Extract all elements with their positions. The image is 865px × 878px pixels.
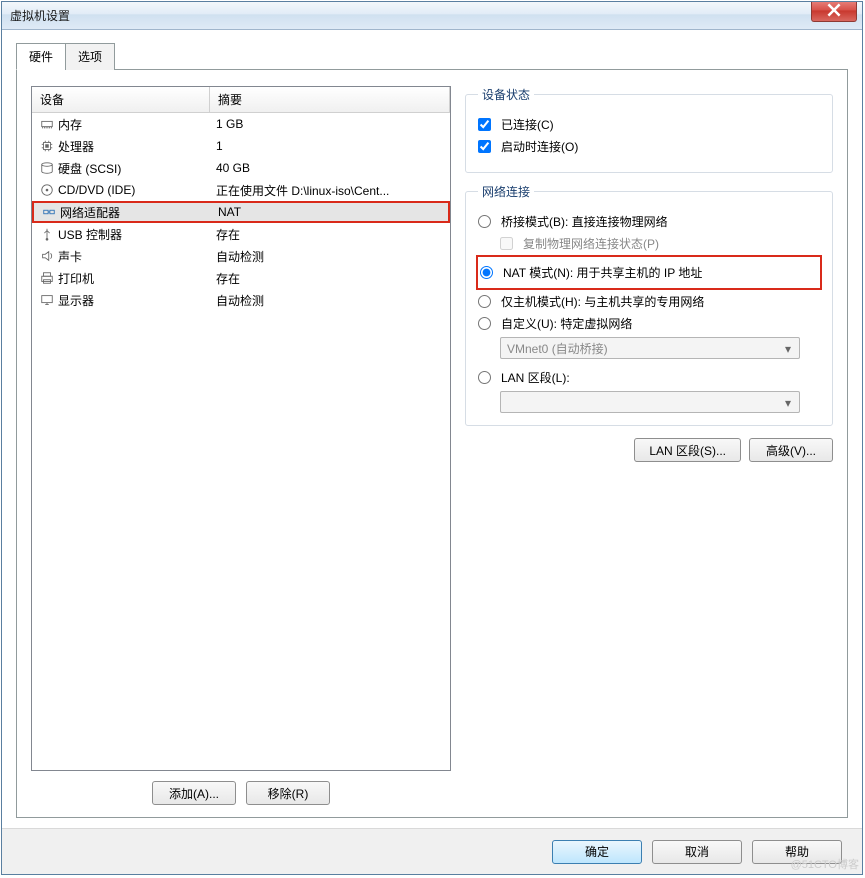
col-header-device[interactable]: 设备 <box>32 87 210 112</box>
hostonly-label[interactable]: 仅主机模式(H): 与主机共享的专用网络 <box>501 293 704 310</box>
lan-segment-select: ▾ <box>500 391 800 413</box>
device-list-body: 内存1 GB处理器1硬盘 (SCSI)40 GBCD/DVD (IDE)正在使用… <box>32 113 450 311</box>
titlebar[interactable]: 虚拟机设置 <box>2 2 862 30</box>
memory-icon <box>32 117 56 131</box>
disk-icon <box>32 161 56 175</box>
device-name: 声卡 <box>56 248 208 265</box>
device-summary: NAT <box>210 205 448 219</box>
cancel-button[interactable]: 取消 <box>652 840 742 864</box>
close-icon <box>827 3 841 20</box>
custom-radio[interactable] <box>478 317 491 330</box>
device-name: USB 控制器 <box>56 226 208 243</box>
vm-settings-window: 虚拟机设置 硬件 选项 设备 摘要 内存1 GB处理器1硬盘 (SCSI)40 … <box>1 1 863 875</box>
left-buttons: 添加(A)... 移除(R) <box>31 781 451 805</box>
cd-icon <box>32 183 56 197</box>
add-button[interactable]: 添加(A)... <box>152 781 236 805</box>
device-summary: 存在 <box>208 226 450 243</box>
device-summary: 自动检测 <box>208 292 450 309</box>
device-row-disk[interactable]: 硬盘 (SCSI)40 GB <box>32 157 450 179</box>
close-button[interactable] <box>811 2 857 22</box>
device-summary: 正在使用文件 D:\linux-iso\Cent... <box>208 182 450 199</box>
usb-icon <box>32 227 56 241</box>
device-summary: 存在 <box>208 270 450 287</box>
left-column: 设备 摘要 内存1 GB处理器1硬盘 (SCSI)40 GBCD/DVD (ID… <box>31 86 451 805</box>
chevron-down-icon: ▾ <box>781 396 795 410</box>
device-summary: 1 <box>208 139 450 153</box>
device-list[interactable]: 设备 摘要 内存1 GB处理器1硬盘 (SCSI)40 GBCD/DVD (ID… <box>31 86 451 771</box>
watermark: @51CTO博客 <box>791 856 859 872</box>
device-row-display[interactable]: 显示器自动检测 <box>32 289 450 311</box>
advanced-button[interactable]: 高级(V)... <box>749 438 833 462</box>
network-legend: 网络连接 <box>478 183 534 200</box>
device-row-net[interactable]: 网络适配器NAT <box>32 201 450 223</box>
connected-label[interactable]: 已连接(C) <box>501 116 554 133</box>
ok-button[interactable]: 确定 <box>552 840 642 864</box>
device-row-cpu[interactable]: 处理器1 <box>32 135 450 157</box>
device-row-memory[interactable]: 内存1 GB <box>32 113 450 135</box>
remove-button[interactable]: 移除(R) <box>246 781 330 805</box>
device-name: 硬盘 (SCSI) <box>56 160 208 177</box>
network-connection-group: 网络连接 桥接模式(B): 直接连接物理网络 复制物理网络连接状态(P) NAT… <box>465 183 833 426</box>
device-row-usb[interactable]: USB 控制器存在 <box>32 223 450 245</box>
device-name: 处理器 <box>56 138 208 155</box>
device-name: 打印机 <box>56 270 208 287</box>
replicate-checkbox <box>500 237 513 250</box>
device-summary: 1 GB <box>208 117 450 131</box>
connected-checkbox[interactable] <box>478 118 491 131</box>
device-name: CD/DVD (IDE) <box>56 183 208 197</box>
nat-radio[interactable] <box>480 266 493 279</box>
device-row-printer[interactable]: 打印机存在 <box>32 267 450 289</box>
dialog-footer: 确定 取消 帮助 <box>2 828 862 874</box>
lan-label[interactable]: LAN 区段(L): <box>501 369 570 386</box>
device-row-cd[interactable]: CD/DVD (IDE)正在使用文件 D:\linux-iso\Cent... <box>32 179 450 201</box>
device-list-header: 设备 摘要 <box>32 87 450 113</box>
device-name: 网络适配器 <box>58 204 210 221</box>
lan-radio[interactable] <box>478 371 491 384</box>
tab-options[interactable]: 选项 <box>65 43 115 70</box>
device-row-sound[interactable]: 声卡自动检测 <box>32 245 450 267</box>
device-status-group: 设备状态 已连接(C) 启动时连接(O) <box>465 86 833 173</box>
nat-highlight: NAT 模式(N): 用于共享主机的 IP 地址 <box>476 255 822 290</box>
hostonly-radio[interactable] <box>478 295 491 308</box>
sound-icon <box>32 249 56 263</box>
cpu-icon <box>32 139 56 153</box>
right-column: 设备状态 已连接(C) 启动时连接(O) 网络连接 桥接模式(B): 直接连接物 <box>465 86 833 805</box>
col-header-summary[interactable]: 摘要 <box>210 87 450 112</box>
nat-label[interactable]: NAT 模式(N): 用于共享主机的 IP 地址 <box>503 264 702 281</box>
window-title: 虚拟机设置 <box>10 7 70 24</box>
lan-segments-button[interactable]: LAN 区段(S)... <box>634 438 741 462</box>
chevron-down-icon: ▾ <box>781 342 795 356</box>
bridged-radio[interactable] <box>478 215 491 228</box>
replicate-label: 复制物理网络连接状态(P) <box>523 235 659 252</box>
content-area: 硬件 选项 设备 摘要 内存1 GB处理器1硬盘 (SCSI)40 GBCD/D… <box>2 30 862 828</box>
device-summary: 自动检测 <box>208 248 450 265</box>
tab-hardware[interactable]: 硬件 <box>16 43 66 70</box>
device-status-legend: 设备状态 <box>478 86 534 103</box>
bridged-label[interactable]: 桥接模式(B): 直接连接物理网络 <box>501 213 668 230</box>
tab-panel: 设备 摘要 内存1 GB处理器1硬盘 (SCSI)40 GBCD/DVD (ID… <box>16 69 848 818</box>
connect-at-start-checkbox[interactable] <box>478 140 491 153</box>
custom-network-select: VMnet0 (自动桥接) ▾ <box>500 337 800 359</box>
net-icon <box>34 205 58 219</box>
tabstrip: 硬件 选项 <box>16 42 848 69</box>
custom-label[interactable]: 自定义(U): 特定虚拟网络 <box>501 315 632 332</box>
device-name: 显示器 <box>56 292 208 309</box>
right-buttons: LAN 区段(S)... 高级(V)... <box>465 438 833 462</box>
device-name: 内存 <box>56 116 208 133</box>
printer-icon <box>32 271 56 285</box>
display-icon <box>32 293 56 307</box>
device-summary: 40 GB <box>208 161 450 175</box>
connect-at-start-label[interactable]: 启动时连接(O) <box>501 138 578 155</box>
